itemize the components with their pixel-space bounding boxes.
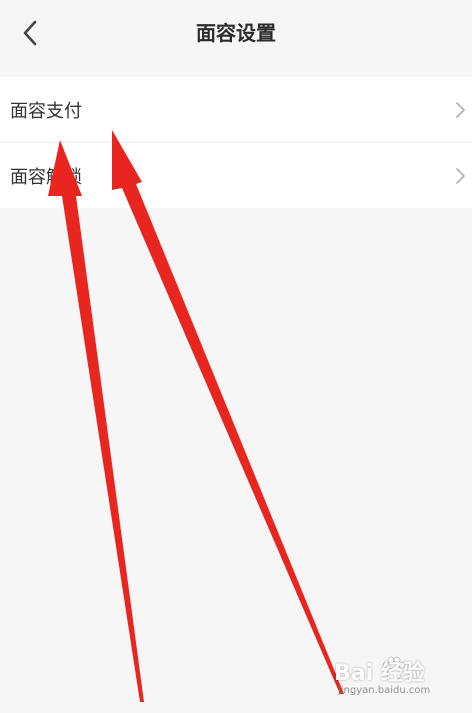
settings-item-label: 面容解锁 (10, 166, 82, 188)
chevron-right-icon (456, 167, 465, 184)
settings-list: 面容支付 面容解锁 (0, 77, 472, 208)
settings-item-face-payment[interactable]: 面容支付 (0, 77, 472, 142)
baidu-jingyan-watermark: Bai 经验 jingyan.baidu.com (334, 655, 464, 701)
watermark-brand: Bai 经验 (334, 661, 425, 686)
page-title: 面容设置 (196, 21, 276, 45)
annotation-arrow-left (48, 140, 144, 702)
watermark-url: jingyan.baidu.com (338, 685, 431, 696)
settings-item-label: 面容支付 (10, 100, 82, 122)
annotation-arrow-right (112, 130, 344, 694)
header-bar: 面容设置 (0, 0, 472, 66)
chevron-right-icon (456, 101, 465, 118)
settings-item-face-unlock[interactable]: 面容解锁 (0, 142, 472, 208)
